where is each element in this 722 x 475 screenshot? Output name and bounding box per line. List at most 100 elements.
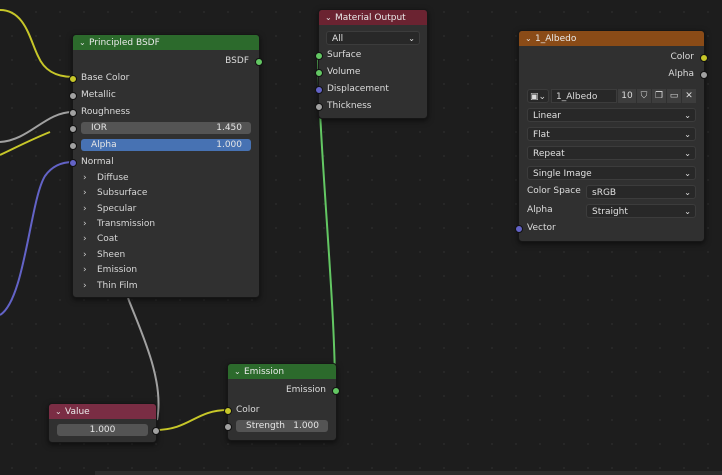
strength-field[interactable]: Strength 1.000 bbox=[236, 420, 328, 432]
volume-row: Volume bbox=[315, 64, 427, 80]
image-datablock-selector: ▣⌄ 1_Albedo 10 ⛉ ❐ ▭ ✕ bbox=[527, 89, 696, 103]
chevron-down-icon: ⌄ bbox=[408, 34, 415, 43]
volume-socket[interactable] bbox=[315, 69, 323, 77]
strength-socket[interactable] bbox=[224, 423, 232, 431]
dropdown-value: Single Image bbox=[533, 169, 592, 179]
users-count[interactable]: 10 bbox=[618, 89, 636, 103]
principled-bsdf-header[interactable]: ⌄ Principled BSDF bbox=[73, 35, 259, 50]
close-icon[interactable]: ✕ bbox=[682, 89, 696, 103]
emission-color-socket[interactable] bbox=[224, 407, 232, 415]
fake-user-icon[interactable]: ⛉ bbox=[637, 89, 651, 103]
horizontal-scrollbar[interactable] bbox=[95, 471, 722, 475]
dropdown-value: All bbox=[332, 34, 344, 44]
interpolation-dropdown[interactable]: Linear ⌄ bbox=[527, 108, 696, 122]
chevron-down-icon[interactable]: ⌄ bbox=[325, 10, 335, 25]
principled-bsdf-node[interactable]: ⌄ Principled BSDF BSDF Base Color Metalli… bbox=[69, 34, 263, 298]
image-texture-header[interactable]: ⌄ 1_Albedo bbox=[519, 31, 704, 46]
material-output-node[interactable]: ⌄ Material Output All ⌄ Surface Volume Dis… bbox=[315, 9, 428, 119]
color-space-dropdown[interactable]: sRGB ⌄ bbox=[586, 185, 696, 199]
panel-sheen[interactable]: › Sheen bbox=[83, 250, 125, 260]
field-value: 1.000 bbox=[216, 140, 242, 150]
chevron-down-icon: ⌄ bbox=[684, 188, 691, 197]
roughness-socket[interactable] bbox=[69, 109, 77, 117]
panel-coat[interactable]: › Coat bbox=[83, 234, 118, 244]
link-value-color bbox=[154, 409, 229, 431]
link-value-strength bbox=[127, 297, 160, 421]
panel-subsurface[interactable]: › Subsurface bbox=[83, 188, 147, 198]
chevron-right-icon: › bbox=[83, 173, 87, 183]
emission-output-row: Emission bbox=[228, 382, 340, 398]
input-label: Surface bbox=[327, 50, 362, 60]
emission-header[interactable]: ⌄ Emission bbox=[228, 364, 336, 379]
emission-color-row: Color bbox=[224, 402, 336, 418]
field-label: Alpha bbox=[91, 140, 117, 150]
chevron-right-icon: › bbox=[83, 250, 87, 260]
value-node[interactable]: ⌄ Value 1.000 bbox=[48, 403, 160, 443]
chevron-down-icon[interactable]: ⌄ bbox=[234, 364, 244, 379]
dropdown-value: sRGB bbox=[592, 188, 617, 198]
chevron-down-icon: ⌄ bbox=[684, 169, 691, 178]
chevron-down-icon: ⌄ bbox=[684, 207, 691, 216]
vector-socket[interactable] bbox=[515, 225, 523, 233]
panel-transmission[interactable]: › Transmission bbox=[83, 219, 155, 229]
target-dropdown[interactable]: All ⌄ bbox=[326, 31, 420, 45]
displacement-socket[interactable] bbox=[315, 86, 323, 94]
chevron-down-icon[interactable]: ⌄ bbox=[55, 404, 65, 419]
base-color-socket[interactable] bbox=[69, 75, 77, 83]
emission-output-socket[interactable] bbox=[332, 387, 340, 395]
chevron-down-icon: ⌄ bbox=[684, 149, 691, 158]
field-value: 1.450 bbox=[216, 123, 242, 133]
extension-dropdown[interactable]: Repeat ⌄ bbox=[527, 146, 696, 160]
chevron-down-icon[interactable]: ⌄ bbox=[525, 31, 535, 46]
source-dropdown[interactable]: Single Image ⌄ bbox=[527, 166, 696, 180]
alpha-field[interactable]: Alpha 1.000 bbox=[81, 139, 251, 151]
input-label: Volume bbox=[327, 67, 361, 77]
value-field[interactable]: 1.000 bbox=[57, 424, 148, 436]
output-label: BSDF bbox=[225, 56, 249, 66]
input-label: Normal bbox=[81, 157, 114, 167]
panel-diffuse[interactable]: › Diffuse bbox=[83, 173, 129, 183]
image-icon[interactable]: ▣⌄ bbox=[527, 89, 549, 103]
surface-socket[interactable] bbox=[315, 52, 323, 60]
projection-dropdown[interactable]: Flat ⌄ bbox=[527, 127, 696, 141]
normal-row: Normal bbox=[69, 154, 259, 170]
metallic-socket[interactable] bbox=[69, 92, 77, 100]
chevron-down-icon[interactable]: ⌄ bbox=[79, 35, 89, 50]
panel-specular[interactable]: › Specular bbox=[83, 204, 136, 214]
image-name-field[interactable]: 1_Albedo bbox=[551, 89, 617, 103]
color-space-label: Color Space bbox=[527, 186, 581, 196]
link-normal bbox=[0, 161, 74, 316]
link-yellow-left bbox=[0, 131, 51, 156]
alpha-mode-label: Alpha bbox=[527, 205, 553, 215]
ior-field[interactable]: IOR 1.450 bbox=[81, 122, 251, 134]
value-output-socket[interactable] bbox=[152, 427, 160, 435]
bsdf-output-row: BSDF bbox=[73, 53, 263, 69]
panel-thin-film[interactable]: › Thin Film bbox=[83, 281, 138, 291]
alpha-mode-dropdown[interactable]: Straight ⌄ bbox=[586, 204, 696, 218]
color-output-socket[interactable] bbox=[700, 54, 708, 62]
chevron-down-icon: ⌄ bbox=[684, 111, 691, 120]
base-color-row: Base Color bbox=[69, 70, 259, 86]
alpha-socket[interactable] bbox=[69, 142, 77, 150]
panel-emission[interactable]: › Emission bbox=[83, 265, 137, 275]
alpha-output-socket[interactable] bbox=[700, 71, 708, 79]
dropdown-value: Repeat bbox=[533, 149, 565, 159]
ior-socket[interactable] bbox=[69, 125, 77, 133]
input-label: Roughness bbox=[81, 107, 131, 117]
normal-socket[interactable] bbox=[69, 159, 77, 167]
emission-node[interactable]: ⌄ Emission Emission Color Strength 1.000 bbox=[224, 363, 340, 441]
chevron-down-icon: ⌄ bbox=[684, 130, 691, 139]
thickness-row: Thickness bbox=[315, 98, 427, 114]
dropdown-value: Straight bbox=[592, 207, 628, 217]
image-texture-node[interactable]: ⌄ 1_Albedo Color Alpha ▣⌄ 1_Albedo 10 ⛉ ❐… bbox=[515, 30, 708, 242]
input-label: Thickness bbox=[327, 101, 372, 111]
value-header[interactable]: ⌄ Value bbox=[49, 404, 156, 419]
material-output-header[interactable]: ⌄ Material Output bbox=[319, 10, 427, 25]
thickness-socket[interactable] bbox=[315, 103, 323, 111]
displacement-row: Displacement bbox=[315, 81, 427, 97]
folder-icon[interactable]: ▭ bbox=[667, 89, 681, 103]
input-label: Vector bbox=[527, 223, 556, 233]
new-image-icon[interactable]: ❐ bbox=[652, 89, 666, 103]
vector-row: Vector bbox=[515, 220, 704, 236]
bsdf-output-socket[interactable] bbox=[255, 58, 263, 66]
